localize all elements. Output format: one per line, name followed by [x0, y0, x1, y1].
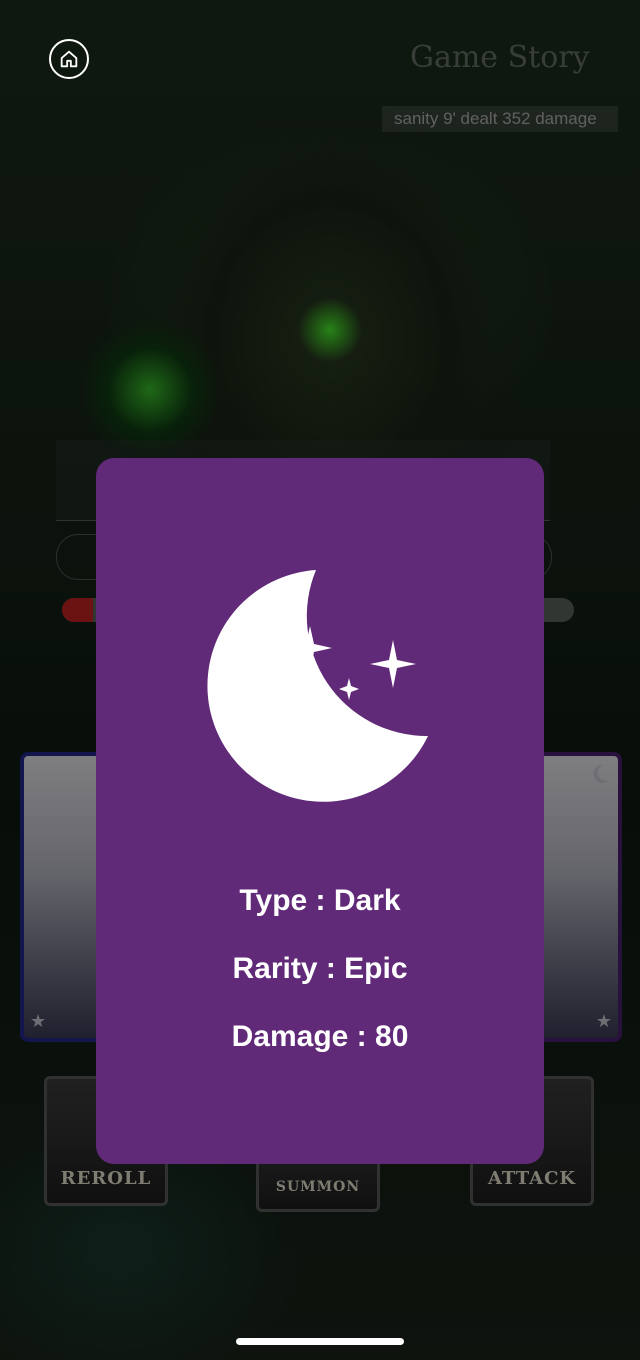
home-icon [60, 50, 78, 68]
moon-stars-icon [206, 568, 436, 808]
card-damage-label: Damage : 80 [231, 1020, 409, 1053]
card-detail-modal: Type : Dark Rarity : Epic Damage : 80 [96, 458, 544, 1164]
card-type-label: Type : Dark [239, 884, 401, 917]
card-rarity-label: Rarity : Epic [232, 952, 408, 985]
home-button[interactable] [49, 39, 89, 79]
home-indicator[interactable] [236, 1338, 404, 1345]
